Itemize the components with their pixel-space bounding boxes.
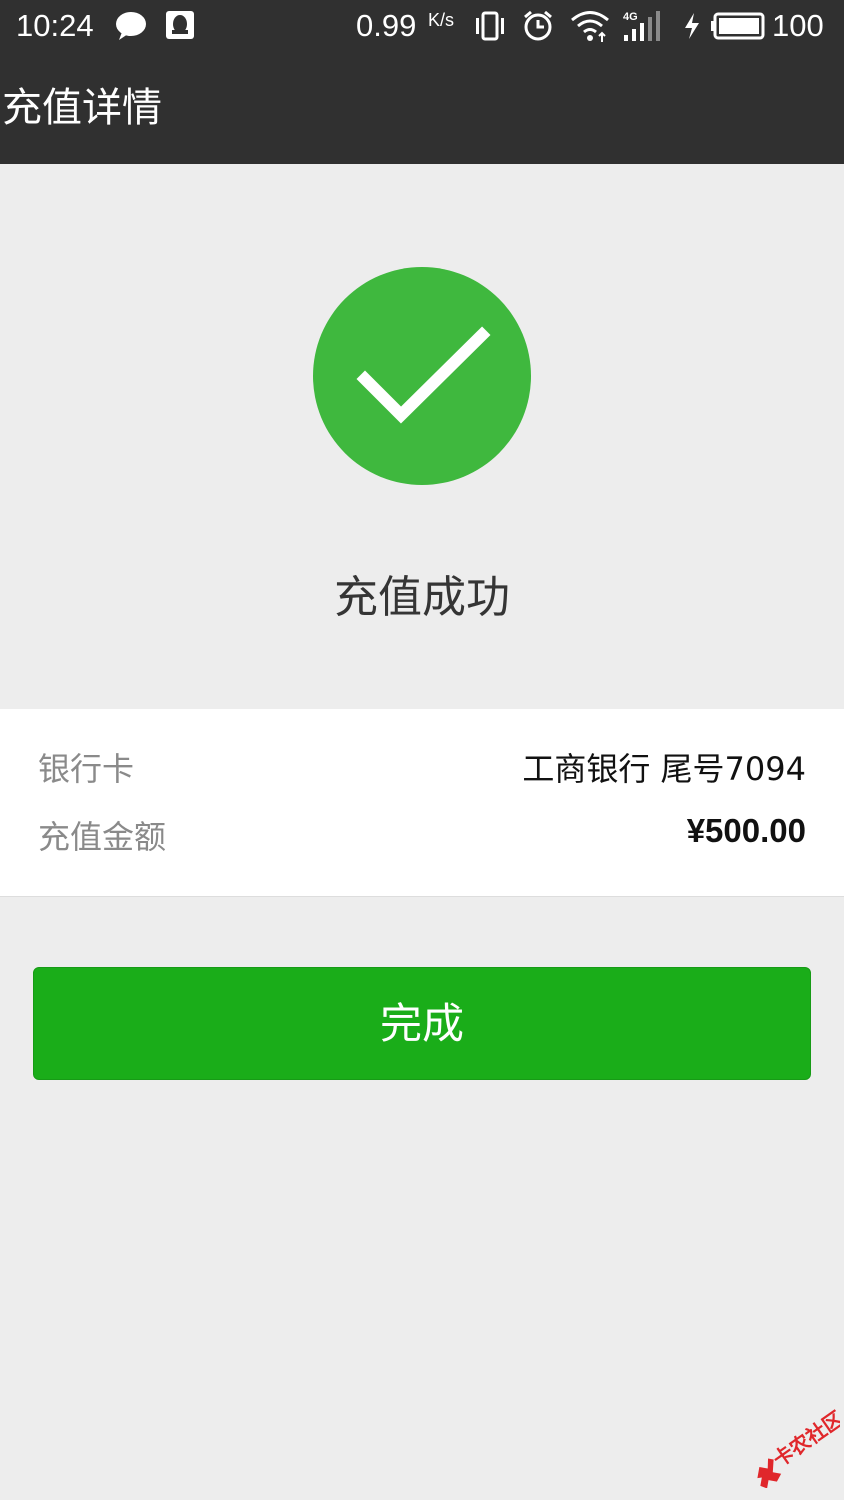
title-bar: 充值详情	[0, 52, 844, 164]
svg-text:卡农社区: 卡农社区	[768, 1408, 840, 1472]
battery-icon	[710, 12, 766, 44]
charging-icon	[682, 11, 702, 45]
network-type-label: 4G	[623, 11, 638, 23]
status-time: 10:24	[16, 8, 94, 43]
page-title: 充值详情	[2, 85, 162, 131]
network-speed: 0.99	[356, 8, 417, 43]
recharge-details-card: 银行卡 工商银行 尾号7094 充值金额 ¥500.00	[0, 709, 844, 897]
recharge-amount-label: 充值金额	[38, 818, 167, 856]
bank-card-label: 银行卡	[38, 750, 135, 788]
chat-notification-icon	[114, 10, 148, 46]
signal-4g-icon: 4G	[620, 9, 670, 47]
success-status-text: 充值成功	[334, 572, 510, 623]
wifi-icon	[570, 9, 610, 47]
recharge-amount-value: ¥500.00	[686, 812, 806, 849]
status-bar: 10:24 0.99 K/s 4G 100	[0, 0, 844, 52]
success-check-icon	[313, 267, 531, 485]
network-speed-unit: K/s	[428, 10, 455, 30]
battery-level: 100	[772, 8, 824, 43]
done-button[interactable]: 完成	[33, 967, 811, 1080]
qq-notification-icon	[165, 10, 195, 44]
alarm-icon	[521, 9, 555, 47]
bank-card-value: 工商银行 尾号7094	[522, 750, 806, 788]
vibrate-icon	[474, 10, 506, 46]
watermark-logo: 卡农社区	[740, 1406, 844, 1489]
